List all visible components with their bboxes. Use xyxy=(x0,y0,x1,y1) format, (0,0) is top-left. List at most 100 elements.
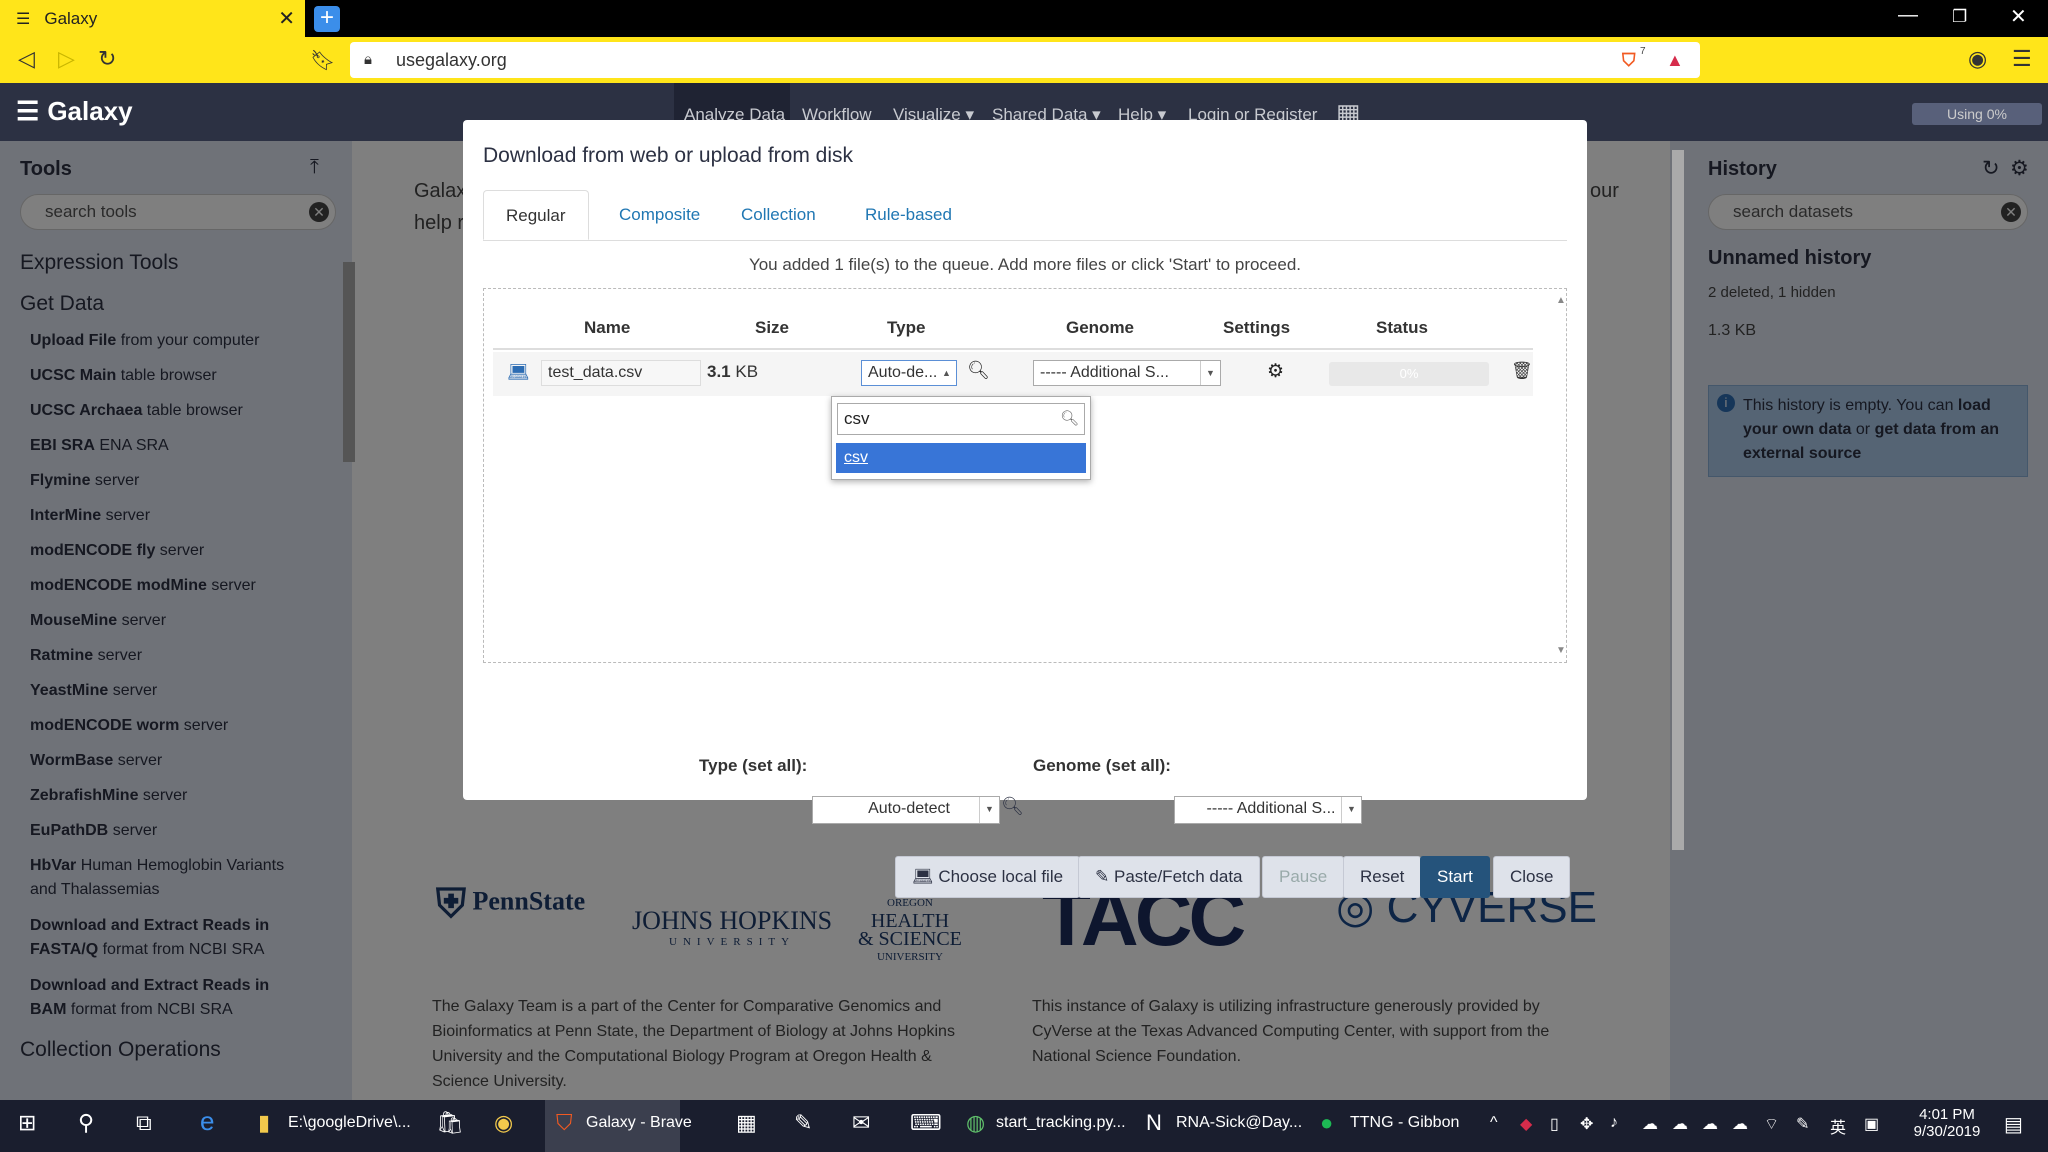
taskbar-notion[interactable]: RNA-Sick@Day... xyxy=(1176,1114,1302,1132)
chevron-down-icon: ▼ xyxy=(979,797,999,823)
trash-icon[interactable]: 🗑︎ xyxy=(1511,361,1533,381)
restore-icon[interactable]: ❐ xyxy=(1952,7,1967,27)
taskbar-search-icon[interactable]: ⚲ xyxy=(78,1110,94,1136)
genome-set-all-select[interactable]: ----- Additional S... ▼ xyxy=(1174,796,1362,824)
close-tab-icon[interactable]: ✕ xyxy=(278,6,295,31)
search-icon: 🔍︎ xyxy=(1060,410,1080,427)
col-genome: Genome xyxy=(1066,318,1135,337)
reset-button[interactable]: Reset xyxy=(1343,856,1422,898)
shield-badge: 7 xyxy=(1640,46,1646,57)
tray-wifi-icon[interactable]: ⌔ xyxy=(1764,1114,1779,1134)
tray-chevron-icon[interactable]: ^ xyxy=(1490,1114,1498,1132)
tray-cloud-icon[interactable]: ☁ xyxy=(1642,1114,1658,1134)
brave-rewards-icon[interactable]: ▲ xyxy=(1666,42,1684,78)
type-option-csv[interactable]: csv xyxy=(836,443,1086,473)
type-select[interactable]: Auto-de... ▲ xyxy=(861,360,957,386)
tab-rule-based[interactable]: Rule-based xyxy=(843,190,974,240)
start-button[interactable]: Start xyxy=(1420,856,1490,898)
local-file-icon: 💻︎ xyxy=(507,362,530,382)
taskbar-explorer[interactable]: E:\googleDrive\... xyxy=(288,1114,411,1132)
file-row: 💻︎ test_data.csv 3.1 KB Auto-de... ▲ 🔍︎ … xyxy=(493,352,1533,396)
tray-pen-icon[interactable]: ✎ xyxy=(1796,1114,1809,1134)
col-status: Status xyxy=(1376,318,1428,337)
task-view-icon[interactable]: ⧉ xyxy=(136,1110,152,1136)
app-icon[interactable]: ⌨ xyxy=(910,1110,942,1136)
taskbar-python[interactable]: start_tracking.py... xyxy=(996,1114,1126,1132)
center-scrollbar[interactable] xyxy=(1672,150,1684,850)
forward-icon[interactable]: ▷ xyxy=(58,46,75,72)
tab-composite[interactable]: Composite xyxy=(597,190,722,240)
tab-title: Galaxy xyxy=(44,8,98,28)
edge-icon[interactable]: e xyxy=(200,1106,214,1137)
spotify-icon[interactable]: ● xyxy=(1320,1110,1333,1136)
usage-meter[interactable]: Using 0% xyxy=(1912,103,2042,125)
choose-local-file-button[interactable]: 💻︎ Choose local file xyxy=(895,856,1081,898)
bookmark-icon[interactable]: 🔖︎ xyxy=(310,48,335,73)
type-dropdown-search-input[interactable]: csv 🔍︎ xyxy=(837,403,1085,435)
url-input[interactable]: 🔒︎ usegalaxy.org ⛉ 7 ▲ xyxy=(350,42,1700,78)
brave-shield-icon[interactable]: ⛉ xyxy=(1622,42,1636,78)
tray-language[interactable]: 英 xyxy=(1830,1114,1846,1138)
calculator-icon[interactable]: ▦ xyxy=(736,1110,757,1136)
brave-icon[interactable]: ⛉ xyxy=(556,1110,573,1136)
tray-cloud3-icon[interactable]: ☁ xyxy=(1702,1114,1718,1134)
chevron-down-icon: ▼ xyxy=(1200,361,1220,385)
menu-icon[interactable]: ☰ xyxy=(2012,46,2032,72)
browser-tab-galaxy[interactable]: ☰ Galaxy ✕ xyxy=(0,0,305,37)
chevron-up-icon: ▲ xyxy=(942,368,951,378)
url-text: usegalaxy.org xyxy=(396,50,507,70)
tray-usb-icon[interactable]: ▯ xyxy=(1550,1114,1559,1134)
queue-message: You added 1 file(s) to the queue. Add mo… xyxy=(748,255,1302,274)
paste-fetch-button[interactable]: ✎ Paste/Fetch data xyxy=(1078,856,1260,898)
reload-icon[interactable]: ↻ xyxy=(98,46,116,72)
taskbar-spotify[interactable]: TTNG - Gibbon xyxy=(1350,1114,1459,1132)
file-explorer-icon[interactable]: ▮ xyxy=(258,1110,270,1136)
minimize-icon[interactable]: — xyxy=(1898,4,1918,27)
type-search-icon[interactable]: 🔍︎ xyxy=(967,360,990,381)
back-icon[interactable]: ◁ xyxy=(18,46,35,72)
type-set-all-label: Type (set all): xyxy=(699,756,808,775)
genome-set-all-label: Genome (set all): xyxy=(1033,756,1171,775)
notion-icon[interactable]: N xyxy=(1146,1110,1162,1136)
scroll-up-icon[interactable]: ▲ xyxy=(1556,295,1566,306)
clock[interactable]: 4:01 PM 9/30/2019 xyxy=(1910,1106,1984,1140)
table-header-line xyxy=(493,348,1533,350)
col-type: Type xyxy=(887,318,926,337)
col-size: Size xyxy=(755,318,790,337)
tray-acrobat-icon[interactable]: ◆ xyxy=(1520,1114,1532,1134)
window-close-icon[interactable]: ✕ xyxy=(2010,4,2027,29)
tray-onedrive-icon[interactable]: ☁ xyxy=(1732,1114,1748,1134)
tray-volume-icon[interactable]: ♪ xyxy=(1610,1114,1618,1132)
type-set-all-search-icon[interactable]: 🔍︎ xyxy=(1001,796,1024,817)
close-button[interactable]: Close xyxy=(1493,856,1571,898)
browser-tabbar xyxy=(0,0,2048,37)
tray-cloud2-icon[interactable]: ☁ xyxy=(1672,1114,1688,1134)
tray-dropbox-icon[interactable]: ✥ xyxy=(1580,1114,1593,1134)
chevron-down-icon: ▼ xyxy=(1341,797,1361,823)
file-name-input[interactable]: test_data.csv xyxy=(541,360,701,386)
pycharm-icon[interactable]: ◍ xyxy=(966,1110,985,1136)
profile-icon[interactable]: ◉ xyxy=(1968,46,1987,72)
brand-text: Galaxy xyxy=(47,96,133,126)
upload-progress-bar: 0% xyxy=(1329,362,1489,386)
tab-collection[interactable]: Collection xyxy=(719,190,838,240)
windows-start-icon[interactable]: ⊞ xyxy=(18,1110,36,1136)
type-set-all-select[interactable]: Auto-detect ▼ xyxy=(812,796,1000,824)
scroll-down-icon[interactable]: ▼ xyxy=(1556,645,1566,656)
genome-select[interactable]: ----- Additional S... ▼ xyxy=(1033,360,1221,386)
chrome-icon[interactable]: ◉ xyxy=(494,1110,513,1136)
tray-ime-icon[interactable]: ▣ xyxy=(1864,1114,1879,1134)
pause-button[interactable]: Pause xyxy=(1262,856,1345,898)
col-settings: Settings xyxy=(1223,318,1291,337)
settings-gear-icon[interactable]: ⚙ xyxy=(1267,360,1284,383)
galaxy-favicon-icon: ☰ xyxy=(16,10,31,28)
store-icon[interactable]: 🛍︎ xyxy=(436,1110,464,1136)
notifications-icon[interactable]: ▤ xyxy=(2004,1112,2023,1137)
taskbar-brave[interactable]: Galaxy - Brave xyxy=(586,1114,692,1132)
mail-icon[interactable]: ✉ xyxy=(852,1110,870,1136)
notepad-icon[interactable]: ✎ xyxy=(794,1110,812,1136)
new-tab-button[interactable]: + xyxy=(314,6,340,32)
tab-divider xyxy=(483,240,1567,241)
tab-regular[interactable]: Regular xyxy=(483,190,589,240)
galaxy-brand[interactable]: ☰ Galaxy xyxy=(16,96,133,127)
